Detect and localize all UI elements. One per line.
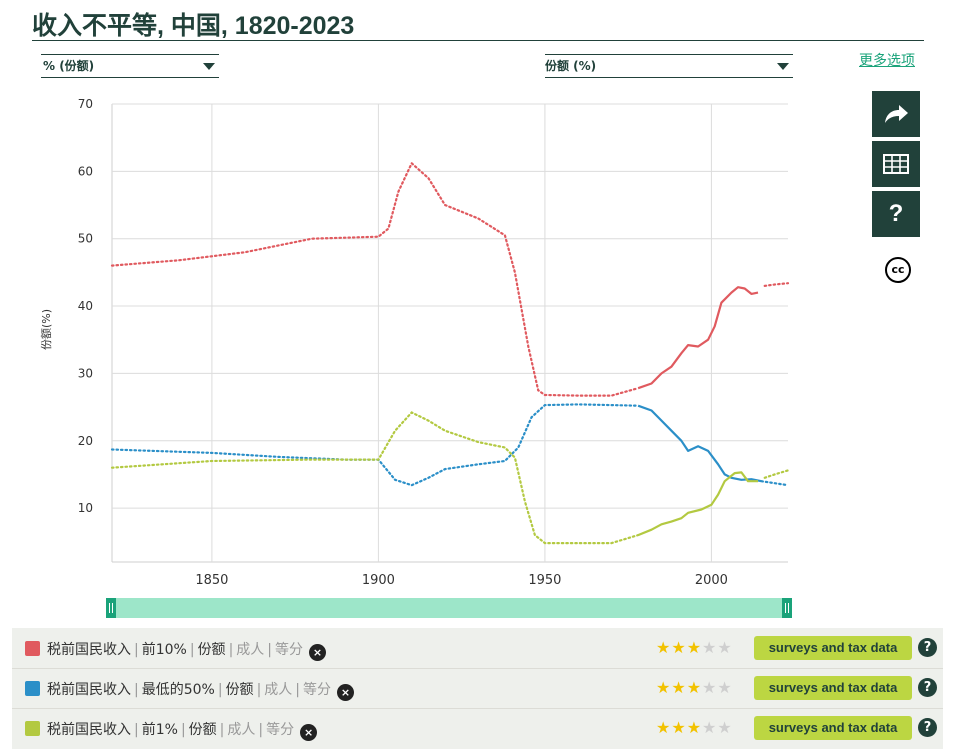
legend-row: 税前国民收入 | 前1% | 份额 | 成人 | 等分 × ★★★★★ surveys and t… <box>12 708 943 748</box>
y-tick-label: 10 <box>78 501 93 515</box>
series-equivalence: 等分 <box>275 642 303 658</box>
y-tick-label: 50 <box>78 232 93 246</box>
series-variable: 税前国民收入 <box>47 642 131 658</box>
x-tick-label: 2000 <box>695 573 728 588</box>
y-tick-label: 40 <box>78 299 93 313</box>
series-swatch <box>25 721 40 736</box>
series-variable: 税前国民收入 <box>47 682 131 698</box>
series-help-button[interactable]: ? <box>918 718 937 737</box>
series-help-button[interactable]: ? <box>918 638 937 657</box>
series-group: 最低的50% <box>141 682 215 698</box>
series-population: 成人 <box>264 682 293 698</box>
y-axis-label: 份额(%) <box>40 308 53 350</box>
series-swatch <box>25 641 40 656</box>
series-population: 成人 <box>227 722 256 738</box>
remove-series-button[interactable]: × <box>300 724 318 741</box>
series-line-estimated <box>110 403 640 487</box>
series-line-estimated <box>763 282 790 287</box>
quality-rating: ★★★★★ <box>656 638 733 657</box>
source-badge[interactable]: surveys and tax data <box>754 676 912 700</box>
series-label: 税前国民收入 | 最低的50% | 份额 | 成人 | 等分 × <box>47 679 354 701</box>
series-help-button[interactable]: ? <box>918 678 937 697</box>
x-tick-label: 1950 <box>528 573 561 588</box>
series-population: 成人 <box>236 642 265 658</box>
series-line <box>637 471 758 537</box>
legend-panel: 税前国民收入 | 前10% | 份额 | 成人 | 等分 × ★★★★★ surveys and … <box>12 628 943 749</box>
series-label: 税前国民收入 | 前1% | 份额 | 成人 | 等分 × <box>47 719 318 741</box>
y-tick-label: 20 <box>78 434 93 448</box>
source-badge[interactable]: surveys and tax data <box>754 636 912 660</box>
legend-row: 税前国民收入 | 前10% | 份额 | 成人 | 等分 × ★★★★★ surveys and … <box>12 628 943 669</box>
y-tick-label: 30 <box>78 366 93 380</box>
series-variable: 税前国民收入 <box>47 722 131 738</box>
range-end-handle[interactable] <box>782 598 792 618</box>
series-equivalence: 等分 <box>266 722 295 738</box>
year-range-slider[interactable] <box>106 598 792 618</box>
series-line-estimated <box>763 469 790 479</box>
series-swatch <box>25 681 40 696</box>
x-tick-label: 1850 <box>195 573 228 588</box>
series-line-estimated <box>110 161 640 397</box>
y-tick-label: 70 <box>78 97 93 111</box>
series-group: 前10% <box>141 642 187 658</box>
series-label: 税前国民收入 | 前10% | 份额 | 成人 | 等分 × <box>47 639 326 661</box>
quality-rating: ★★★★★ <box>656 718 733 737</box>
series-group: 前1% <box>141 722 178 738</box>
series-measure: 份额 <box>225 682 254 698</box>
range-start-handle[interactable] <box>106 598 116 618</box>
series-line-estimated <box>760 480 790 487</box>
series-equivalence: 等分 <box>303 682 331 698</box>
quality-rating: ★★★★★ <box>656 678 733 697</box>
series-line <box>637 404 762 483</box>
line-chart: 10 20 30 40 50 60 70 1850 1900 1950 2000 <box>78 97 790 588</box>
legend-row: 税前国民收入 | 最低的50% | 份额 | 成人 | 等分 × ★★★★★ surveys an… <box>12 668 943 709</box>
series-line-estimated <box>110 411 640 545</box>
series-measure: 份额 <box>188 722 217 738</box>
series-measure: 份额 <box>197 642 226 658</box>
remove-series-button[interactable]: × <box>309 644 326 661</box>
remove-series-button[interactable]: × <box>337 684 354 701</box>
x-tick-label: 1900 <box>362 573 395 588</box>
source-badge[interactable]: surveys and tax data <box>754 716 912 740</box>
y-tick-label: 60 <box>78 164 93 178</box>
